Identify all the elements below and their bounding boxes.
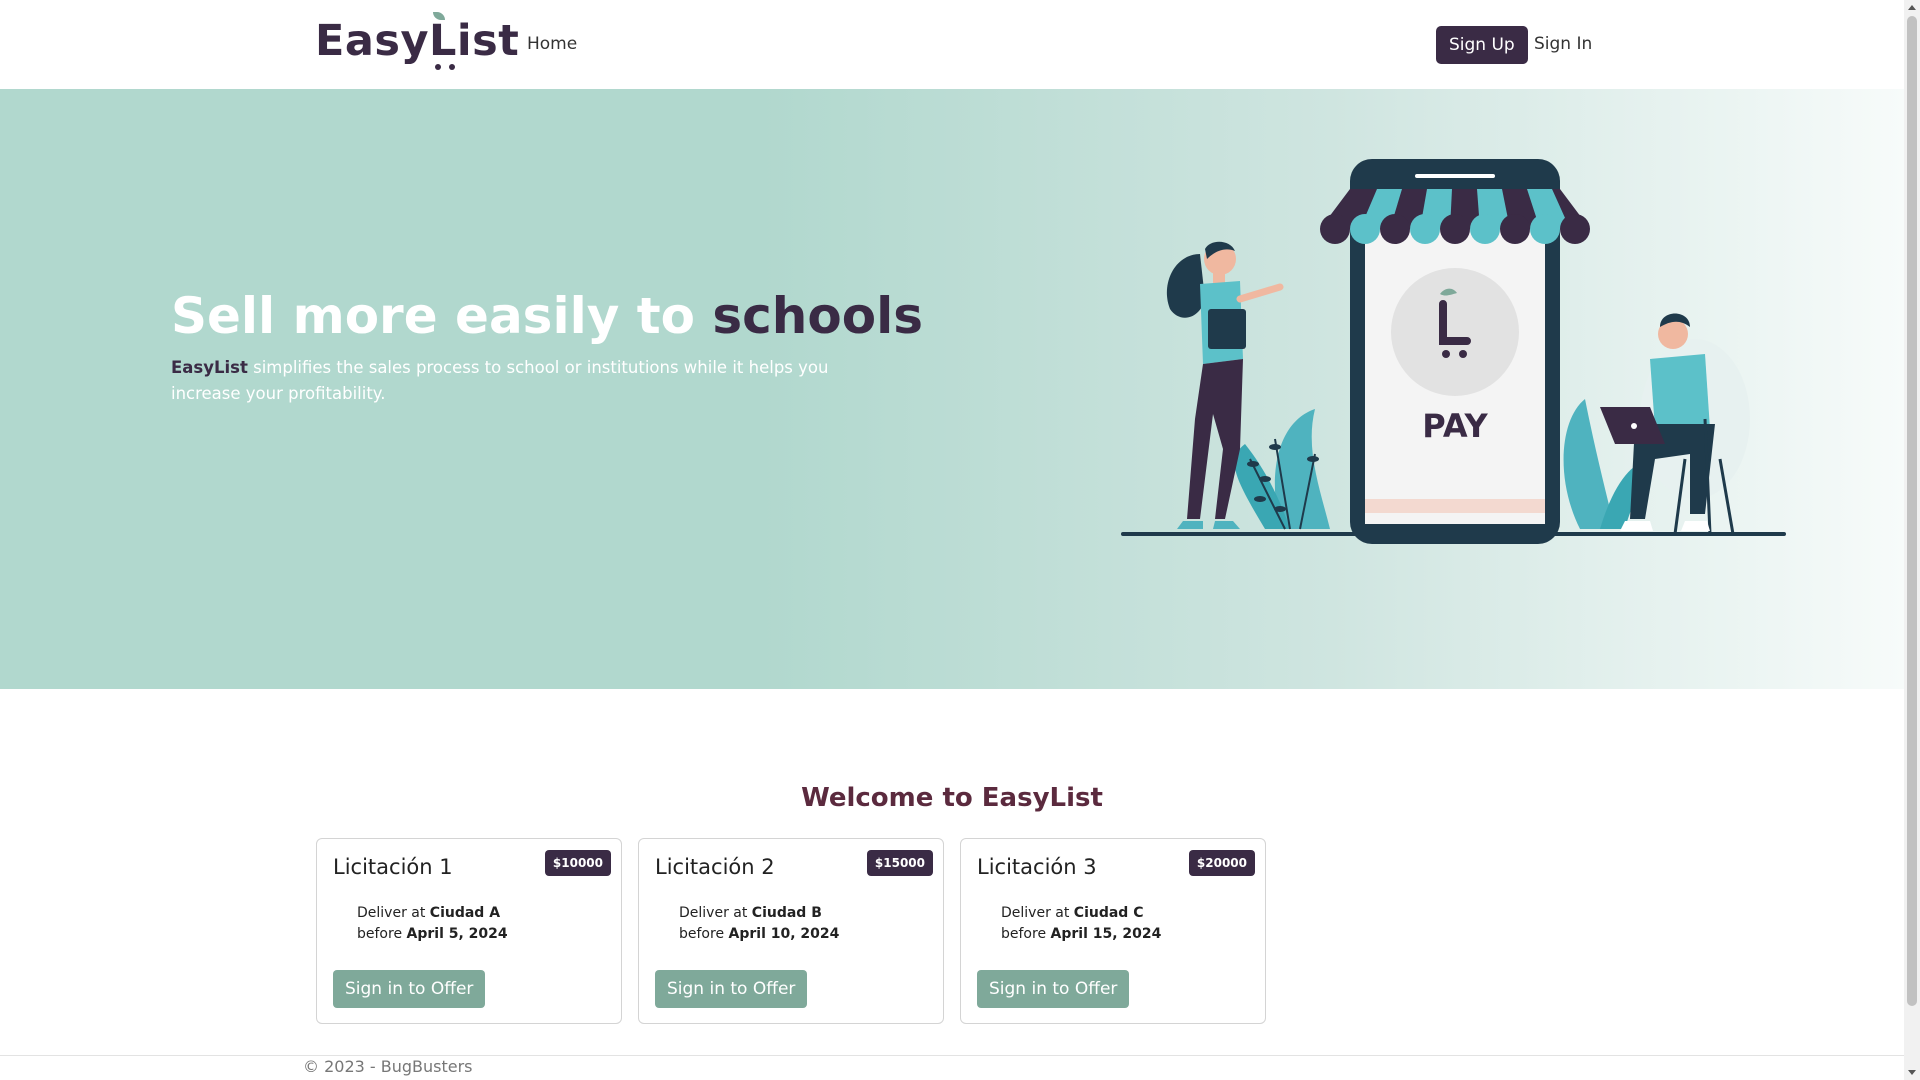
- shop-payment-illustration: PAY: [1121, 159, 1786, 544]
- delivery-city: Ciudad A: [429, 905, 501, 921]
- hero-title: Sell more easily to schools: [171, 287, 923, 345]
- tender-title: Licitación 3: [977, 855, 1097, 879]
- hero-title-accent: schools: [712, 287, 923, 345]
- delivery-city: Ciudad C: [1073, 905, 1144, 921]
- sign-in-to-offer-button[interactable]: Sign in to Offer: [977, 970, 1130, 1008]
- signup-button[interactable]: Sign Up: [1436, 26, 1528, 64]
- scroll-up-arrow-icon[interactable]: [1908, 5, 1916, 10]
- hero-banner: Sell more easily to schools EasyList sim…: [0, 89, 1904, 689]
- scroll-thumb[interactable]: [1907, 16, 1917, 1006]
- brand-logo[interactable]: Easy List: [315, 12, 519, 70]
- welcome-heading: Welcome to EasyList: [801, 783, 1103, 813]
- hero-subtitle-text: simplifies the sales process to school o…: [171, 358, 829, 403]
- before-label: before: [357, 926, 407, 942]
- scroll-down-arrow-icon[interactable]: [1908, 1070, 1916, 1075]
- deliver-label: Deliver at: [1001, 905, 1074, 921]
- before-label: before: [679, 926, 729, 942]
- navbar: Easy List Home Sign Up Sign In: [0, 0, 1904, 90]
- sign-in-to-offer-button[interactable]: Sign in to Offer: [655, 970, 808, 1008]
- delivery-date: April 5, 2024: [406, 926, 508, 942]
- tender-card: Licitación 1 $10000 Deliver at Ciudad A …: [316, 838, 622, 1024]
- footer-divider: [0, 1055, 1904, 1056]
- price-badge: $10000: [544, 850, 611, 876]
- delivery-date: April 15, 2024: [1050, 926, 1162, 942]
- price-badge: $15000: [866, 850, 933, 876]
- tender-card: Licitación 3 $20000 Deliver at Ciudad C …: [960, 838, 1266, 1024]
- tender-title: Licitación 1: [333, 855, 453, 879]
- cart-wheels-icon: [433, 64, 459, 72]
- page-scrollbar[interactable]: [1904, 0, 1920, 1080]
- leaf-icon: [433, 12, 446, 20]
- hero-subtitle-brand: EasyList: [171, 358, 248, 377]
- tender-title: Licitación 2: [655, 855, 775, 879]
- deliver-label: Deliver at: [679, 905, 752, 921]
- delivery-date: April 10, 2024: [728, 926, 840, 942]
- delivery-info: Deliver at Ciudad C before April 15, 202…: [1001, 903, 1161, 945]
- delivery-info: Deliver at Ciudad A before April 5, 2024: [357, 903, 508, 945]
- deliver-label: Deliver at: [357, 905, 430, 921]
- price-badge: $20000: [1188, 850, 1255, 876]
- nav-home-link[interactable]: Home: [527, 34, 577, 54]
- pay-text: PAY: [1422, 407, 1488, 445]
- hero-title-main: Sell more easily to: [171, 287, 713, 345]
- tender-card: Licitación 2 $15000 Deliver at Ciudad B …: [638, 838, 944, 1024]
- signin-link[interactable]: Sign In: [1534, 34, 1592, 54]
- sign-in-to-offer-button[interactable]: Sign in to Offer: [333, 970, 486, 1008]
- before-label: before: [1001, 926, 1051, 942]
- hero-subtitle: EasyList simplifies the sales process to…: [171, 355, 891, 407]
- delivery-city: Ciudad B: [751, 905, 822, 921]
- footer-copyright: © 2023 - BugBusters: [303, 1057, 473, 1076]
- delivery-info: Deliver at Ciudad B before April 10, 202…: [679, 903, 839, 945]
